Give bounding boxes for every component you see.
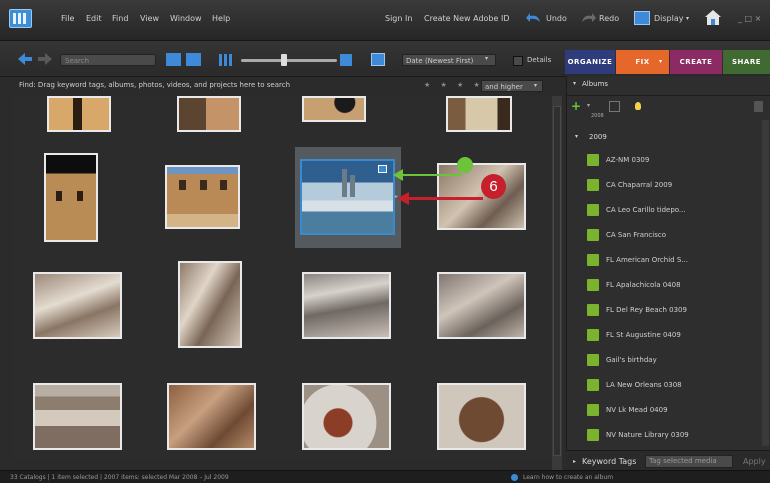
photo-thumbnail[interactable] xyxy=(302,383,391,450)
tab-share[interactable]: SHARE xyxy=(723,50,770,74)
album-icon xyxy=(587,254,599,266)
menu-bar: File Edit Find View Window Help Sign In … xyxy=(0,0,770,41)
display-menu[interactable]: Display xyxy=(654,14,684,23)
display-icon[interactable] xyxy=(634,11,650,25)
add-album-chevron-icon[interactable]: ▾ xyxy=(587,102,590,109)
search-input[interactable]: Search xyxy=(60,54,156,66)
albums-header: Albums xyxy=(582,80,609,88)
album-icon xyxy=(587,279,599,291)
photo-thumbnail[interactable] xyxy=(47,96,111,132)
create-adobe-id-link[interactable]: Create New Adobe ID xyxy=(424,14,509,23)
info-icon xyxy=(511,474,518,481)
year-group-2009[interactable]: 2009 xyxy=(589,133,607,141)
album-icon xyxy=(587,429,599,441)
photo-thumbnail[interactable] xyxy=(437,272,526,339)
album-icon xyxy=(587,354,599,366)
keyword-tags-expand-icon[interactable]: ▸ xyxy=(573,458,576,465)
year-group-2008[interactable]: 2008 xyxy=(591,113,604,119)
album-icon xyxy=(587,154,599,166)
photo-thumbnail[interactable] xyxy=(437,383,526,450)
photo-thumbnail[interactable] xyxy=(167,383,256,450)
redo-button[interactable]: Redo xyxy=(599,14,619,23)
thumbnail-small-icon[interactable] xyxy=(219,54,233,66)
photo-thumbnail[interactable] xyxy=(302,96,366,122)
callout-arrow-green xyxy=(398,174,462,176)
album-icon xyxy=(587,179,599,191)
album-icon xyxy=(587,204,599,216)
photo-thumbnail[interactable] xyxy=(302,272,391,339)
sort-chevron-icon: ▾ xyxy=(485,55,489,62)
app-logo-icon xyxy=(9,9,32,28)
album-icon xyxy=(587,304,599,316)
rating-chevron-icon: ▾ xyxy=(534,82,538,89)
albums-header-divider xyxy=(566,95,770,96)
albums-scrollbar[interactable] xyxy=(762,120,769,446)
status-text: 33 Catalogs | 1 item selected | 2007 ite… xyxy=(10,474,229,481)
grid-scrollbar[interactable] xyxy=(552,96,562,470)
menu-window[interactable]: Window xyxy=(170,14,202,23)
album-icon xyxy=(587,379,599,391)
album-icon xyxy=(587,404,599,416)
rotate-left-icon[interactable] xyxy=(166,53,181,66)
back-arrow-icon[interactable] xyxy=(18,53,32,65)
photo-thumbnail[interactable] xyxy=(165,165,240,229)
callout-arrow-red xyxy=(403,197,483,200)
home-icon[interactable] xyxy=(704,9,722,26)
album-icon xyxy=(587,329,599,341)
red-arrowhead-icon xyxy=(397,192,409,205)
menu-find[interactable]: Find xyxy=(112,14,128,23)
album-icon xyxy=(587,229,599,241)
stack-badge-icon xyxy=(378,165,387,173)
find-hint: Find: Drag keyword tags, albums, photos,… xyxy=(19,81,291,89)
photo-thumbnail[interactable] xyxy=(177,96,241,132)
window-controls[interactable]: _ □ × xyxy=(738,14,761,23)
display-chevron-icon[interactable]: ▾ xyxy=(686,15,689,22)
redo-icon[interactable] xyxy=(580,12,596,24)
thumbnail-size-slider-knob[interactable] xyxy=(281,54,287,66)
status-bar: 33 Catalogs | 1 item selected | 2007 ite… xyxy=(0,470,770,483)
thumbnail-large-icon[interactable] xyxy=(340,54,352,66)
tag-selected-media-input[interactable]: Tag selected media xyxy=(645,455,733,468)
photo-thumbnail[interactable] xyxy=(44,153,98,242)
menu-view[interactable]: View xyxy=(140,14,159,23)
details-checkbox[interactable] xyxy=(513,56,523,66)
single-photo-view-icon[interactable] xyxy=(371,53,385,66)
albums-collapse-icon[interactable]: ▾ xyxy=(573,80,576,87)
delete-album-icon[interactable] xyxy=(754,101,763,112)
edit-album-icon[interactable] xyxy=(609,101,620,112)
photo-thumbnail[interactable] xyxy=(446,96,512,132)
sign-in-link[interactable]: Sign In xyxy=(385,14,412,23)
undo-icon[interactable] xyxy=(526,12,542,24)
menu-file[interactable]: File xyxy=(61,14,74,23)
callout-dot xyxy=(457,157,473,173)
undo-button[interactable]: Undo xyxy=(546,14,567,23)
lightbulb-icon[interactable] xyxy=(635,102,641,110)
details-label: Details xyxy=(527,56,552,64)
step-number-badge: 6 xyxy=(481,174,506,199)
workspace-tabs: ORGANIZE FIX ▾ CREATE SHARE xyxy=(565,50,770,74)
tab-create[interactable]: CREATE xyxy=(670,50,722,74)
add-album-icon[interactable]: + xyxy=(571,99,581,113)
menu-help[interactable]: Help xyxy=(212,14,230,23)
year-2009-expand-icon[interactable]: ▾ xyxy=(575,133,578,140)
photo-thumbnail[interactable] xyxy=(33,272,122,339)
rotate-right-icon[interactable] xyxy=(186,53,201,66)
learn-album-link[interactable]: Learn how to create an album xyxy=(523,471,613,483)
organizer-window: File Edit Find View Window Help Sign In … xyxy=(0,0,770,483)
photo-thumbnail[interactable] xyxy=(33,383,122,450)
fix-chevron-icon: ▾ xyxy=(659,58,663,65)
photo-thumbnail[interactable] xyxy=(178,261,242,348)
green-arrowhead-icon xyxy=(393,169,403,181)
thumbnail-size-slider[interactable] xyxy=(241,59,337,62)
forward-arrow-icon[interactable] xyxy=(38,53,52,65)
menu-edit[interactable]: Edit xyxy=(86,14,102,23)
sort-order-select[interactable]: Date (Newest First) xyxy=(402,54,496,66)
keyword-tags-label[interactable]: Keyword Tags xyxy=(582,457,636,466)
apply-button[interactable]: Apply xyxy=(743,457,766,466)
tab-organize[interactable]: ORGANIZE xyxy=(565,50,615,74)
